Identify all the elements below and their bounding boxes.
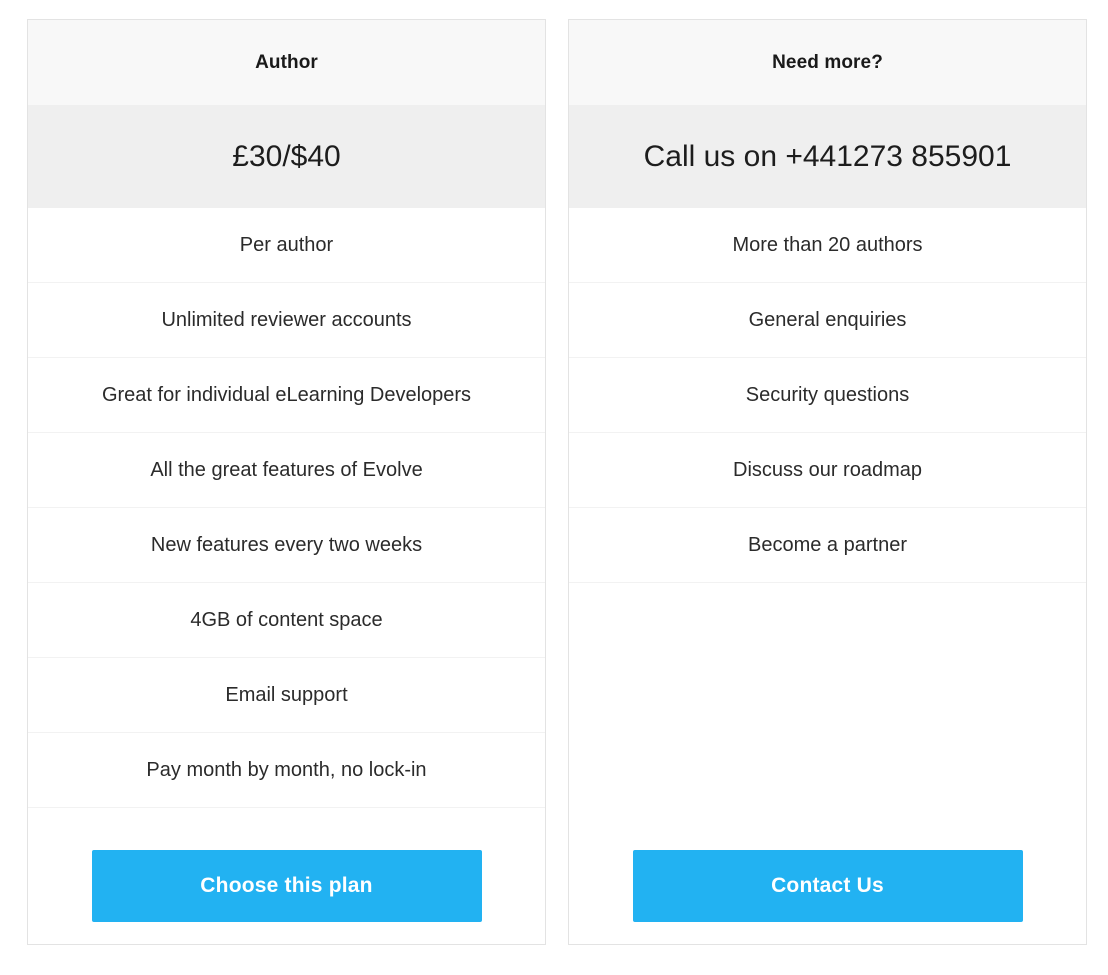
plan-price-band-author: £30/$40 [28,105,545,208]
list-item: More than 20 authors [569,208,1086,283]
pricing-plans-grid: Author £30/$40 Per author Unlimited revi… [0,0,1108,975]
plan-feature-list-author: Per author Unlimited reviewer accounts G… [28,208,545,827]
list-item: Discuss our roadmap [569,433,1086,508]
plan-header-author: Author [28,20,545,105]
plan-card-need-more: Need more? Call us on +441273 855901 Mor… [568,19,1087,945]
plan-card-author: Author £30/$40 Per author Unlimited revi… [27,19,546,945]
choose-this-plan-button[interactable]: Choose this plan [91,849,482,922]
list-item: Become a partner [569,508,1086,583]
plan-price-author: £30/$40 [232,139,341,173]
list-item: Great for individual eLearning Developer… [28,358,545,433]
plan-action-author: Choose this plan [28,827,545,944]
plan-action-need-more: Contact Us [569,827,1086,944]
list-item: All the great features of Evolve [28,433,545,508]
list-item: Pay month by month, no lock-in [28,733,545,808]
contact-us-button[interactable]: Contact Us [632,849,1023,922]
list-item: New features every two weeks [28,508,545,583]
plan-contact-phone: Call us on +441273 855901 [643,139,1012,173]
list-item: Email support [28,658,545,733]
plan-title-author: Author [255,51,318,73]
list-item: General enquiries [569,283,1086,358]
plan-feature-list-need-more: More than 20 authors General enquiries S… [569,208,1086,827]
plan-price-band-need-more: Call us on +441273 855901 [569,105,1086,208]
list-item: Per author [28,208,545,283]
plan-header-need-more: Need more? [569,20,1086,105]
list-item: Unlimited reviewer accounts [28,283,545,358]
list-item: Security questions [569,358,1086,433]
plan-title-need-more: Need more? [772,51,883,73]
list-item: 4GB of content space [28,583,545,658]
